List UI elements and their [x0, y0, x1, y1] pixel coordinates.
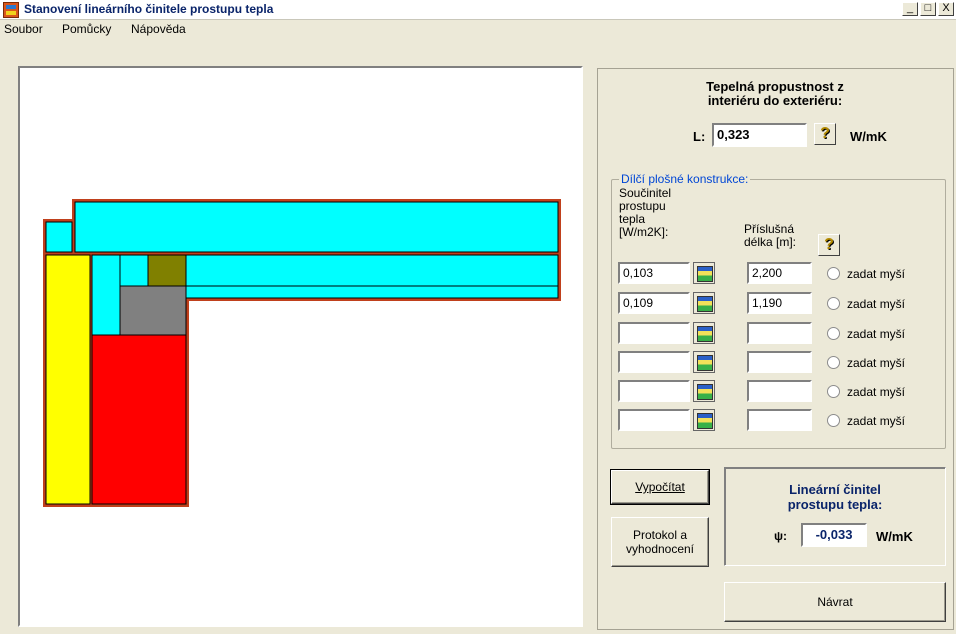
menu-napoveda[interactable]: Nápověda: [131, 22, 186, 36]
radio-mouse-input-2[interactable]: [827, 297, 840, 310]
drawing-canvas[interactable]: [18, 66, 583, 627]
corner-insulation: [45, 221, 73, 253]
group-legend: Dílčí plošné konstrukce:: [619, 172, 751, 186]
radio-label-5: zadat myší: [847, 385, 906, 399]
middle-insulation-band: [185, 254, 559, 287]
u-header-line4: [W/m2K]:: [619, 225, 669, 239]
u-value-input-1[interactable]: 0,103: [618, 262, 690, 284]
radio-mouse-input-5[interactable]: [827, 385, 840, 398]
calculator-icon[interactable]: [693, 351, 715, 373]
concrete-block: [91, 334, 187, 505]
protocol-button[interactable]: Protokol a vyhodnocení: [611, 517, 709, 567]
menu-soubor[interactable]: Soubor: [4, 22, 43, 36]
radio-label-2: zadat myší: [847, 297, 906, 311]
psi-value-field: -0,033: [801, 523, 867, 547]
small-insulation: [119, 254, 149, 287]
l-unit: W/mK: [850, 129, 887, 144]
length-help-icon[interactable]: ?: [818, 234, 840, 256]
thermal-title-line1: Tepelná propustnost z: [706, 79, 844, 94]
yellow-layer: [45, 254, 91, 505]
window-controls: _ □ X: [902, 2, 954, 16]
menu-pomucky[interactable]: Pomůcky: [62, 22, 111, 36]
construction-drawing: [43, 199, 561, 507]
window-title: Stanovení lineárního činitele prostupu t…: [24, 2, 274, 16]
u-value-input-3[interactable]: [618, 322, 690, 344]
l-help-icon[interactable]: ?: [814, 123, 836, 145]
maximize-button[interactable]: □: [920, 2, 936, 16]
app-icon: [3, 2, 19, 18]
u-value-input-6[interactable]: [618, 409, 690, 431]
result-title-line1: Lineární činitel: [789, 482, 881, 497]
protocol-label-line1: Protokol a: [632, 528, 688, 542]
radio-mouse-input-6[interactable]: [827, 414, 840, 427]
result-title-line2: prostupu tepla:: [787, 497, 883, 512]
calculator-icon[interactable]: [693, 409, 715, 431]
back-button-label: Návrat: [817, 595, 853, 609]
u-value-input-4[interactable]: [618, 351, 690, 373]
thin-insulation-band: [185, 285, 559, 299]
thermal-title-line2: interiéru do exteriéru:: [707, 93, 843, 108]
radio-label-6: zadat myší: [847, 414, 906, 428]
vertical-insulation: [91, 254, 121, 336]
radio-mouse-input-4[interactable]: [827, 356, 840, 369]
l-value-field[interactable]: 0,323: [712, 123, 807, 147]
radio-label-4: zadat myší: [847, 356, 906, 370]
compute-button[interactable]: Vypočítat: [610, 469, 710, 505]
protocol-label-line2: vyhodnocení: [625, 542, 695, 556]
length-input-6[interactable]: [747, 409, 812, 431]
compute-button-label: Vypočítat: [635, 480, 685, 494]
l-label: L:: [693, 129, 706, 144]
length-input-4[interactable]: [747, 351, 812, 373]
title-bar: Stanovení lineárního činitele prostupu t…: [0, 0, 956, 20]
length-input-5[interactable]: [747, 380, 812, 402]
psi-unit: W/mK: [876, 529, 913, 544]
minimize-button[interactable]: _: [902, 2, 918, 16]
radio-mouse-input-1[interactable]: [827, 267, 840, 280]
psi-symbol: ψ:: [774, 529, 788, 543]
u-value-input-5[interactable]: [618, 380, 690, 402]
radio-label-3: zadat myší: [847, 327, 906, 341]
calculator-icon[interactable]: [693, 322, 715, 344]
back-button[interactable]: Návrat: [724, 582, 946, 622]
length-header-line2: délka [m]:: [744, 235, 797, 249]
menu-bar: Soubor Pomůcky Nápověda: [0, 20, 956, 38]
radio-label-1: zadat myší: [847, 267, 906, 281]
olive-block: [147, 254, 187, 287]
length-input-1[interactable]: 2,200: [747, 262, 812, 284]
length-input-3[interactable]: [747, 322, 812, 344]
calculator-icon[interactable]: [693, 292, 715, 314]
top-insulation-slab: [74, 201, 559, 253]
length-input-2[interactable]: 1,190: [747, 292, 812, 314]
u-value-input-2[interactable]: 0,109: [618, 292, 690, 314]
close-button[interactable]: X: [938, 2, 954, 16]
calculator-icon[interactable]: [693, 262, 715, 284]
radio-mouse-input-3[interactable]: [827, 327, 840, 340]
grey-block: [119, 285, 187, 336]
calculator-icon[interactable]: [693, 380, 715, 402]
